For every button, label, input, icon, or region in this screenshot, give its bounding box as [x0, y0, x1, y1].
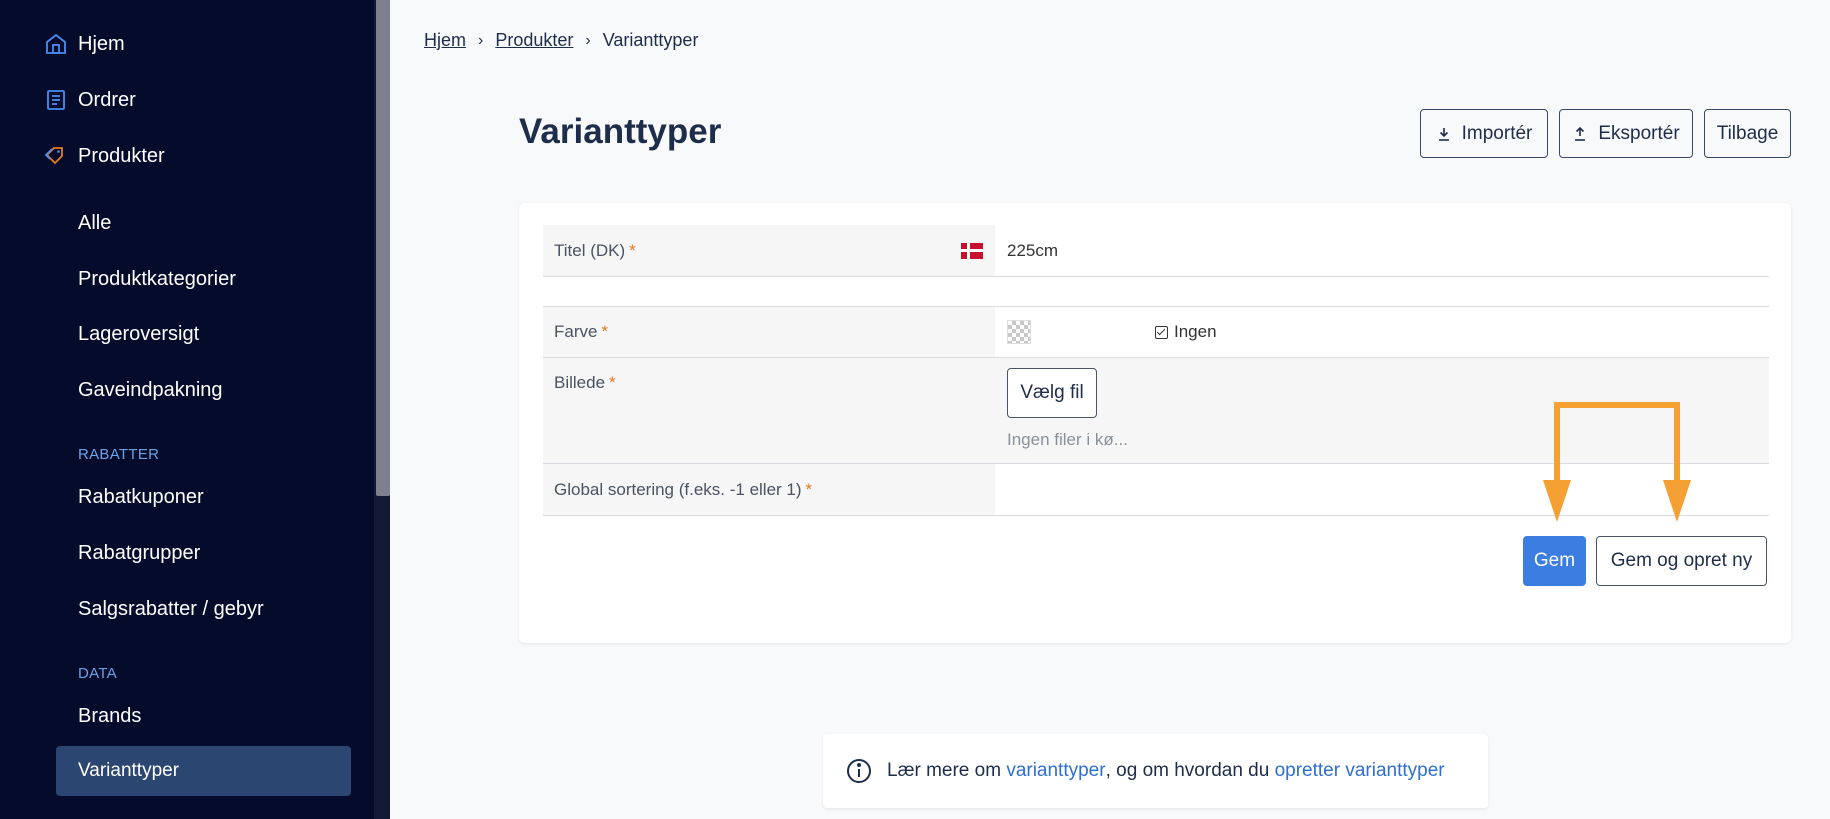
upload-icon: [1575, 126, 1586, 141]
sidebar-item-rabatkuponer[interactable]: Rabatkuponer: [78, 479, 204, 515]
title-input[interactable]: 225cm: [995, 225, 1769, 276]
tag-icon: [44, 147, 63, 165]
download-icon: [1438, 127, 1449, 141]
image-label: Billede *: [543, 358, 995, 463]
sidebar-item-produkter[interactable]: Produkter: [44, 138, 165, 174]
export-button[interactable]: Eksportér: [1559, 109, 1693, 158]
breadcrumb-produkter[interactable]: Produkter: [495, 30, 573, 51]
title-label: Titel (DK) *: [543, 225, 995, 276]
section-heading-rabatter: RABATTER: [78, 446, 160, 463]
save-and-new-button[interactable]: Gem og opret ny: [1596, 536, 1767, 586]
sort-label: Global sortering (f.eks. -1 eller 1) *: [543, 464, 995, 515]
sidebar-item-rabatgrupper[interactable]: Rabatgrupper: [78, 535, 200, 571]
annotation-arrows-icon: [1543, 402, 1691, 522]
breadcrumb-current: Varianttyper: [602, 30, 699, 50]
sidebar: Hjem Ordrer Produkter Alle Produktkatego…: [0, 0, 374, 819]
color-row: Farve * Ingen: [543, 306, 1769, 358]
color-swatch[interactable]: [1007, 320, 1031, 344]
sidebar-item-hjem[interactable]: Hjem: [44, 26, 125, 62]
sidebar-item-lageroversigt[interactable]: Lageroversigt: [78, 316, 199, 352]
color-field: Ingen: [995, 307, 1769, 357]
sidebar-item-salgsrabatter[interactable]: Salgsrabatter / gebyr: [78, 591, 264, 627]
color-none-checkbox[interactable]: Ingen: [1155, 322, 1217, 342]
sidebar-scrollbar-thumb[interactable]: [376, 0, 390, 496]
breadcrumb-hjem[interactable]: Hjem: [424, 30, 466, 51]
list-icon: [47, 90, 65, 110]
sidebar-item-varianttyper[interactable]: Varianttyper: [56, 746, 351, 796]
info-box: Lær mere om varianttyper , og om hvordan…: [823, 734, 1488, 808]
breadcrumb-separator: ›: [585, 31, 591, 49]
save-button[interactable]: Gem: [1523, 536, 1586, 586]
home-icon: [46, 33, 66, 54]
back-button[interactable]: Tilbage: [1704, 109, 1791, 158]
info-icon: [847, 759, 871, 783]
varianttyper-link[interactable]: varianttyper: [1006, 760, 1105, 782]
checkbox-checked-icon: [1155, 325, 1168, 339]
opretter-varianttyper-link[interactable]: opretter varianttyper: [1275, 760, 1445, 782]
choose-file-button[interactable]: Vælg fil: [1007, 368, 1097, 418]
sidebar-item-ordrer[interactable]: Ordrer: [44, 82, 136, 118]
sidebar-item-brands[interactable]: Brands: [78, 698, 141, 734]
danish-flag-icon: [961, 242, 983, 259]
sidebar-item-alle[interactable]: Alle: [78, 205, 111, 241]
import-button[interactable]: Importér: [1420, 109, 1548, 158]
breadcrumb-separator: ›: [478, 31, 484, 49]
sidebar-item-produktkategorier[interactable]: Produktkategorier: [78, 261, 236, 297]
breadcrumb: Hjem › Produkter › Varianttyper: [424, 30, 698, 51]
sidebar-item-gaveindpakning[interactable]: Gaveindpakning: [78, 372, 223, 408]
section-heading-data: DATA: [78, 665, 117, 682]
page-title: Varianttyper: [519, 112, 722, 151]
no-files-text: Ingen filer i kø...: [1007, 430, 1128, 449]
title-row: Titel (DK) * 225cm: [543, 225, 1769, 277]
color-label: Farve *: [543, 307, 995, 357]
